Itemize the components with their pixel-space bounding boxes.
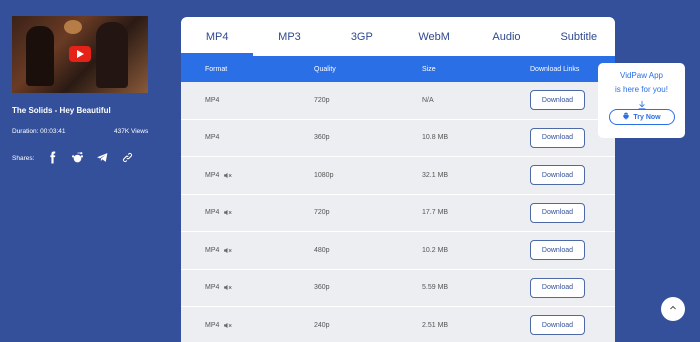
tab-mp3[interactable]: MP3 [253, 17, 325, 56]
tab-3gp[interactable]: 3GP [326, 17, 398, 56]
video-thumbnail[interactable] [12, 16, 148, 93]
format-label: MP4 [205, 246, 220, 254]
download-arrow-icon [637, 97, 647, 110]
table-row: MP4 720p 17.7 MB Download [181, 194, 615, 232]
table-row: MP4 1080p 32.1 MB Download [181, 157, 615, 195]
mute-icon [223, 208, 233, 217]
mute-icon [223, 321, 233, 330]
android-icon [622, 112, 630, 122]
youtube-play-icon[interactable] [69, 46, 91, 62]
try-now-button[interactable]: Try Now [608, 109, 675, 125]
table-row: MP4 360p 5.59 MB Download [181, 269, 615, 307]
try-now-label: Try Now [633, 113, 661, 121]
video-duration: Duration: 00:03:41 [12, 128, 66, 135]
chevron-up-icon [668, 300, 678, 318]
mute-icon [223, 283, 233, 292]
row-quality: 1080p [314, 171, 334, 179]
header-format: Format [205, 65, 228, 73]
shares-label: Shares: [12, 155, 35, 162]
mute-icon [223, 171, 233, 180]
video-views: 437K Views [114, 128, 149, 135]
format-label: MP4 [205, 209, 220, 217]
app-promo-popup: VidPaw App is here for you! Try Now [598, 63, 685, 138]
facebook-icon[interactable] [45, 150, 60, 165]
header-quality: Quality [314, 65, 336, 73]
row-size: 32.1 MB [422, 171, 449, 179]
scroll-to-top-button[interactable] [661, 297, 685, 321]
row-size: 5.59 MB [422, 284, 449, 292]
format-label: MP4 [205, 171, 220, 179]
row-size: N/A [422, 96, 434, 104]
format-label: MP4 [205, 96, 220, 104]
format-label: MP4 [205, 284, 220, 292]
row-format: MP4 [205, 208, 233, 217]
row-format: MP4 [205, 97, 219, 104]
row-quality: 240p [314, 321, 330, 329]
table-row: MP4 240p 2.51 MB Download [181, 307, 615, 342]
format-label: MP4 [205, 134, 220, 142]
download-button[interactable]: Download [530, 277, 585, 298]
table-row: MP4 720p N/A Download [181, 82, 615, 120]
app-promo-subtitle: is here for you! [615, 85, 668, 94]
row-size: 2.51 MB [422, 321, 449, 329]
row-format: MP4 [205, 134, 219, 141]
download-button[interactable]: Download [530, 165, 585, 186]
row-quality: 360p [314, 134, 330, 142]
download-button[interactable]: Download [530, 90, 585, 111]
share-icons [45, 150, 135, 165]
video-title: The Solids - Hey Beautiful [12, 106, 111, 115]
header-size: Size [422, 65, 436, 73]
row-format: MP4 [205, 246, 233, 255]
table-row: MP4 480p 10.2 MB Download [181, 232, 615, 270]
tab-subtitle[interactable]: Subtitle [543, 17, 615, 56]
download-button[interactable]: Download [530, 240, 585, 261]
format-label: MP4 [205, 321, 220, 329]
row-size: 10.2 MB [422, 246, 449, 254]
app-promo-title: VidPaw App [620, 71, 663, 80]
row-size: 10.8 MB [422, 134, 449, 142]
telegram-icon[interactable] [95, 150, 110, 165]
row-quality: 720p [314, 209, 330, 217]
download-button[interactable]: Download [530, 202, 585, 223]
tab-audio[interactable]: Audio [470, 17, 542, 56]
table-header: Format Quality Size Download Links [181, 56, 615, 82]
link-icon[interactable] [120, 150, 135, 165]
table-row: MP4 360p 10.8 MB Download [181, 119, 615, 157]
row-quality: 360p [314, 284, 330, 292]
row-size: 17.7 MB [422, 209, 449, 217]
row-format: MP4 [205, 283, 233, 292]
download-card: MP4 MP3 3GP WebM Audio Subtitle Format Q… [181, 17, 615, 342]
tab-mp4[interactable]: MP4 [181, 17, 254, 56]
row-format: MP4 [205, 321, 233, 330]
reddit-icon[interactable] [70, 150, 85, 165]
row-quality: 720p [314, 96, 330, 104]
download-button[interactable]: Download [530, 315, 585, 336]
download-button[interactable]: Download [530, 127, 585, 148]
format-tabs: MP4 MP3 3GP WebM Audio Subtitle [181, 17, 615, 56]
row-quality: 480p [314, 246, 330, 254]
tab-webm[interactable]: WebM [398, 17, 470, 56]
mute-icon [223, 246, 233, 255]
header-download-links: Download Links [530, 65, 580, 73]
row-format: MP4 [205, 171, 233, 180]
